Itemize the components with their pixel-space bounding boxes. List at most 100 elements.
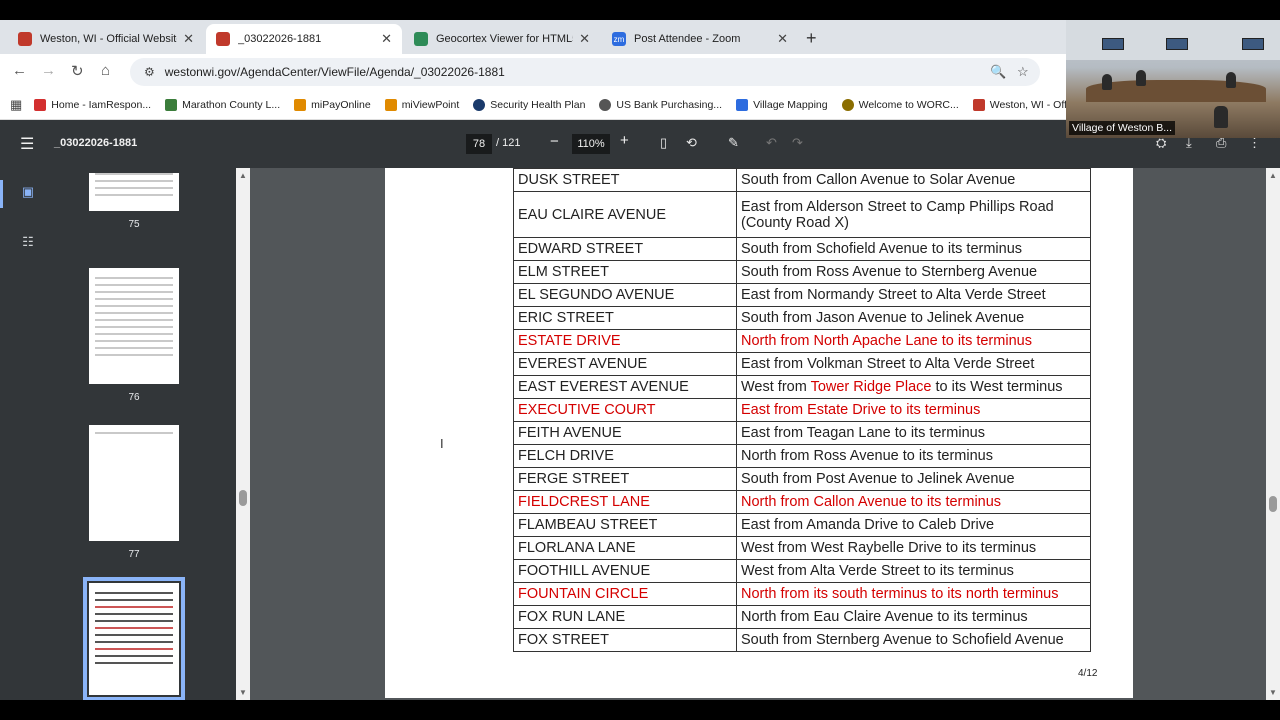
thumbnail-line (95, 347, 173, 349)
sidebar-scrollbar[interactable]: ▲ ▼ (236, 168, 250, 700)
tab-agenda-pdf[interactable]: _03022026-1881 ✕ (206, 24, 402, 54)
home-icon[interactable]: ⌂ (101, 62, 110, 79)
bookmark-label: US Bank Purchasing... (616, 98, 723, 111)
zoom-level-input[interactable]: 110% (572, 134, 610, 154)
menu-icon[interactable]: ☰ (20, 134, 34, 154)
route-cell: East from Estate Drive to its terminus (736, 398, 1091, 422)
thumbnail-line (95, 284, 173, 286)
zoom-out-icon[interactable]: − (550, 133, 559, 150)
close-icon[interactable]: ✕ (183, 31, 194, 47)
weston-favicon-icon (216, 32, 230, 46)
scrollbar-thumb[interactable] (239, 490, 247, 506)
table-row: FOX STREET South from Sternberg Avenue to… (513, 628, 1091, 652)
annotate-icon[interactable]: ✎ (728, 135, 739, 151)
thumbnail-image[interactable] (89, 425, 179, 541)
bookmark-favicon-icon (841, 98, 854, 111)
scrollbar-thumb[interactable] (1269, 496, 1277, 512)
table-row: ELM STREET South from Ross Avenue to Ster… (513, 260, 1091, 284)
apps-grid-icon[interactable]: ▦ (10, 97, 22, 113)
street-name-cell: FLORLANA LANE (513, 536, 737, 560)
thumbnail-page-77[interactable]: 77 (84, 425, 184, 560)
new-tab-button[interactable]: + (806, 28, 817, 49)
thumbnail-line (95, 606, 173, 608)
bookmark-star-icon[interactable]: ☆ (1017, 64, 1029, 80)
table-row: FOUNTAIN CIRCLE North from its south term… (513, 582, 1091, 606)
url-text[interactable]: westonwi.gov/AgendaCenter/ViewFile/Agend… (165, 65, 505, 79)
page-total: / 121 (496, 137, 521, 149)
thumbnail-image[interactable] (89, 268, 179, 384)
pdf-page: DUSK STREET South from Callon Avenue to S… (385, 168, 1133, 698)
street-name-cell: FOOTHILL AVENUE (513, 559, 737, 583)
thumbnail-line (95, 187, 173, 189)
bookmark-item[interactable]: Village Mapping (736, 98, 828, 111)
thumbnail-line (95, 599, 173, 601)
route-cell: West from Tower Ridge Place to its West … (736, 375, 1091, 399)
bookmark-item[interactable]: Marathon County L... (165, 98, 280, 111)
outline-view-icon[interactable]: ☷ (18, 234, 38, 254)
zoom-page-icon[interactable]: 🔍 (990, 64, 1006, 80)
zoom-video-feed[interactable]: Village of Weston B... (1066, 20, 1280, 138)
thumbnail-line (95, 432, 173, 434)
thumbnail-page-75[interactable]: 75 (84, 168, 184, 230)
bookmark-label: Village Mapping (753, 98, 828, 111)
thumbnail-number: 76 (128, 392, 140, 403)
table-row: EXECUTIVE COURT East from Estate Drive to… (513, 398, 1091, 422)
redo-icon[interactable]: ↷ (792, 135, 803, 151)
video-monitor (1166, 38, 1188, 50)
tab-title: Weston, WI - Official Website | (40, 33, 178, 45)
address-bar[interactable]: ⚙ westonwi.gov/AgendaCenter/ViewFile/Age… (130, 58, 1040, 86)
table-row: EVEREST AVENUE East from Volkman Street t… (513, 352, 1091, 376)
thumbnail-image[interactable] (83, 577, 185, 700)
thumbnails-view-icon[interactable]: ▣ (18, 184, 38, 204)
table-row: EDWARD STREET South from Schofield Avenue… (513, 237, 1091, 261)
bookmark-item[interactable]: Welcome to WORC... (841, 98, 959, 111)
main-scrollbar[interactable]: ▲ ▼ (1266, 168, 1280, 700)
tab-weston-website[interactable]: Weston, WI - Official Website | ✕ (8, 24, 204, 54)
bookmark-item[interactable]: US Bank Purchasing... (599, 98, 723, 111)
bookmark-item[interactable]: miViewPoint (384, 98, 459, 111)
zoom-in-icon[interactable]: + (620, 132, 629, 149)
video-person (1136, 70, 1146, 86)
bookmark-favicon-icon (599, 98, 612, 111)
scroll-down-icon[interactable]: ▼ (239, 688, 247, 697)
bookmark-item[interactable]: Home - IamRespon... (34, 98, 151, 111)
fit-page-icon[interactable]: ▯ (660, 135, 667, 151)
rotate-icon[interactable]: ⟲ (686, 135, 697, 151)
table-row: EL SEGUNDO AVENUE East from Normandy Stre… (513, 283, 1091, 307)
table-row: ERIC STREET South from Jason Avenue to Je… (513, 306, 1091, 330)
document-viewport: DUSK STREET South from Callon Avenue to S… (250, 168, 1266, 700)
tab-zoom[interactable]: zm Post Attendee - Zoom ✕ (602, 24, 798, 54)
page-footer-number: 4/12 (1078, 668, 1098, 679)
route-cell: East from Teagan Lane to its terminus (736, 421, 1091, 445)
video-monitor (1102, 38, 1124, 50)
back-icon[interactable]: ← (12, 62, 27, 79)
scroll-down-icon[interactable]: ▼ (1269, 688, 1277, 697)
close-icon[interactable]: ✕ (777, 31, 788, 47)
scroll-up-icon[interactable]: ▲ (1269, 171, 1277, 180)
page-number-input[interactable]: 78 (466, 134, 492, 154)
table-row: FELCH DRIVE North from Ross Avenue to its… (513, 444, 1091, 468)
thumbnail-line (95, 333, 173, 335)
route-cell: East from Volkman Street to Alta Verde S… (736, 352, 1091, 376)
close-icon[interactable]: ✕ (381, 31, 392, 47)
thumbnail-image[interactable] (89, 173, 179, 211)
route-cell: North from Callon Avenue to its terminus (736, 490, 1091, 514)
site-info-icon[interactable]: ⚙ (144, 65, 155, 79)
thumbnail-page-78[interactable]: 78 (83, 577, 185, 700)
document-title: _03022026-1881 (54, 137, 138, 149)
forward-icon[interactable]: → (41, 62, 56, 79)
reload-icon[interactable]: ↻ (71, 62, 84, 80)
bookmark-item[interactable]: miPayOnline (294, 98, 371, 111)
tab-title: Geocortex Viewer for HTML5 (436, 33, 574, 45)
scroll-up-icon[interactable]: ▲ (239, 171, 247, 180)
thumbnail-line (95, 592, 173, 594)
route-cell: West from Alta Verde Street to its termi… (736, 559, 1091, 583)
thumbnail-page-76[interactable]: 76 (84, 268, 184, 403)
close-icon[interactable]: ✕ (579, 31, 590, 47)
bookmark-item[interactable]: Security Health Plan (473, 98, 585, 111)
tab-geocortex[interactable]: Geocortex Viewer for HTML5 ✕ (404, 24, 600, 54)
undo-icon[interactable]: ↶ (766, 135, 777, 151)
video-monitor (1242, 38, 1264, 50)
street-name-cell: FERGE STREET (513, 467, 737, 491)
video-person (1214, 106, 1228, 128)
